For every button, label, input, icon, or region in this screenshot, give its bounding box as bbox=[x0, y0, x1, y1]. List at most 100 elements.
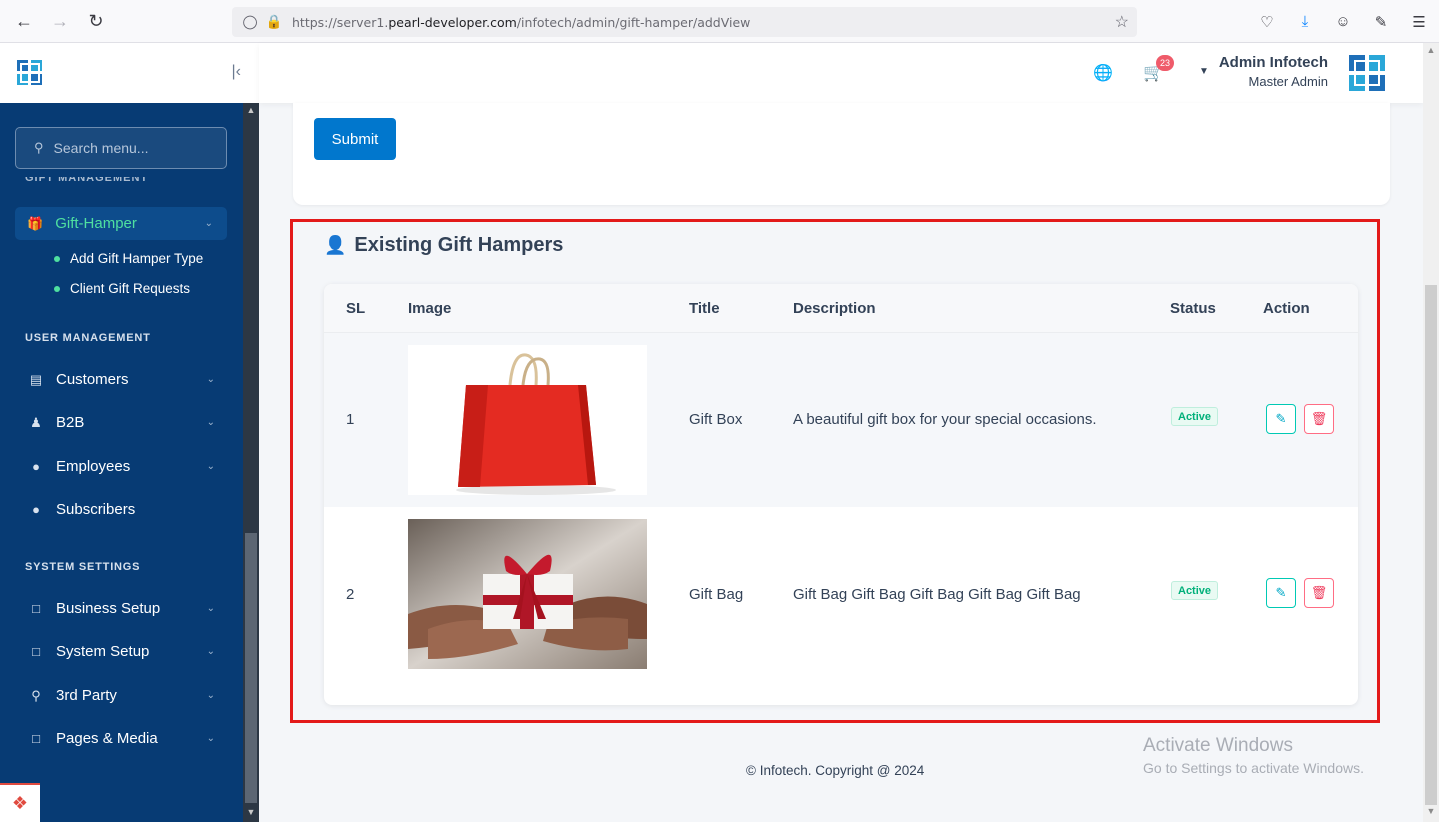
back-arrow-icon[interactable]: ← bbox=[6, 3, 42, 39]
hands-holding-gift-image bbox=[408, 519, 647, 669]
sidebar-item-customers[interactable]: ▤ Customers ⌄ bbox=[25, 371, 225, 388]
sidebar-scrollbar[interactable]: ▲ ▼ bbox=[243, 103, 259, 822]
chevron-down-icon: ⌄ bbox=[206, 690, 215, 701]
chevron-down-icon: ⌄ bbox=[206, 733, 215, 744]
browser-toolbar: ← → ↻ ◯ 🔒 https://server1.pearl-develope… bbox=[0, 0, 1439, 43]
forward-arrow-icon[interactable]: → bbox=[42, 3, 78, 39]
sidebar-item-3rd-party[interactable]: ⚲ 3rd Party ⌄ bbox=[25, 687, 225, 704]
windows-activation-title: Activate Windows bbox=[1143, 735, 1293, 756]
admin-role: Master Admin bbox=[1248, 74, 1328, 89]
search-icon: ⚲ bbox=[34, 140, 44, 155]
sidebar-item-label: Pages & Media bbox=[56, 730, 158, 747]
chevron-down-icon: ⌄ bbox=[206, 461, 215, 472]
edit-pencil-icon[interactable]: ✎ bbox=[1266, 578, 1296, 608]
caret-down-icon[interactable]: ▼ bbox=[1199, 66, 1209, 77]
bookmark-star-icon[interactable]: ☆ bbox=[1115, 12, 1129, 32]
section-title-system-settings: SYSTEM SETTINGS bbox=[25, 561, 141, 573]
top-header: 🌐 🛒 23 ▼ Admin Infotech Master Admin bbox=[259, 43, 1423, 103]
table-row: 1 Gift Box A beautiful gift box for your… bbox=[324, 333, 1358, 507]
document-icon: □ bbox=[32, 601, 40, 616]
account-icon[interactable]: ☺ bbox=[1331, 13, 1355, 30]
column-header-image: Image bbox=[408, 300, 452, 317]
sidebar-subitem-add-gift-hamper-type[interactable]: Add Gift Hamper Type bbox=[54, 251, 203, 266]
wallet-icon: ▤ bbox=[29, 371, 43, 387]
sidebar-item-pages-media[interactable]: □ Pages & Media ⌄ bbox=[25, 730, 225, 747]
admin-name[interactable]: Admin Infotech bbox=[1219, 54, 1328, 71]
user-icon: ● bbox=[32, 502, 40, 517]
sidebar-item-label: Customers bbox=[56, 371, 129, 388]
sidebar-item-label: Business Setup bbox=[56, 600, 161, 617]
chevron-down-icon: ⌄ bbox=[206, 646, 215, 657]
sidebar-item-gift-hamper[interactable]: 🎁 Gift-Hamper ⌄ bbox=[15, 207, 227, 240]
extensions-icon[interactable]: ✎ bbox=[1369, 13, 1393, 31]
delete-trash-icon[interactable]: 🗑 bbox=[1304, 404, 1334, 434]
collapse-sidebar-icon[interactable]: |‹ bbox=[232, 63, 241, 81]
browser-actions: ♡ ⤓ ☺ ✎ ☰ bbox=[1255, 0, 1431, 43]
sidebar-item-label: Employees bbox=[56, 458, 131, 475]
bullet-dot bbox=[54, 285, 60, 292]
windows-activation-subtitle: Go to Settings to activate Windows. bbox=[1143, 760, 1364, 776]
sidebar-item-label: Gift-Hamper bbox=[55, 215, 137, 232]
url-bar[interactable]: ◯ 🔒 https://server1.pearl-developer.com/… bbox=[232, 7, 1137, 37]
gift-hampers-table: SL Image Title Description Status Action… bbox=[324, 284, 1358, 705]
sidebar-item-subscribers[interactable]: ● Subscribers bbox=[25, 501, 225, 518]
scroll-up-arrow-icon[interactable]: ▲ bbox=[243, 105, 259, 115]
laravel-debugbar-icon[interactable]: ❖ bbox=[0, 783, 40, 822]
reload-icon[interactable]: ↻ bbox=[78, 3, 114, 39]
menu-icon[interactable]: ☰ bbox=[1407, 13, 1431, 31]
lock-icon[interactable]: 🔒 bbox=[262, 14, 286, 30]
scroll-down-arrow-icon[interactable]: ▼ bbox=[243, 807, 259, 817]
page-scrollbar-thumb[interactable] bbox=[1425, 285, 1437, 805]
column-header-action: Action bbox=[1263, 300, 1310, 317]
pocket-icon[interactable]: ♡ bbox=[1255, 13, 1279, 31]
user-tie-icon: 👤 bbox=[324, 235, 347, 255]
search-placeholder: Search menu... bbox=[53, 140, 149, 156]
avatar[interactable] bbox=[1347, 53, 1387, 93]
sidebar-item-b2b[interactable]: ♟ B2B ⌄ bbox=[25, 414, 225, 431]
delete-trash-icon[interactable]: 🗑 bbox=[1304, 578, 1334, 608]
document-icon: □ bbox=[32, 731, 40, 746]
chevron-down-icon: ⌄ bbox=[206, 374, 215, 385]
scroll-up-arrow-icon[interactable]: ▲ bbox=[1423, 45, 1439, 55]
gift-icon: 🎁 bbox=[27, 215, 44, 231]
shield-icon[interactable]: ◯ bbox=[238, 14, 262, 30]
scroll-down-arrow-icon[interactable]: ▼ bbox=[1423, 806, 1439, 816]
bullet-dot bbox=[54, 255, 60, 262]
sidebar-item-business-setup[interactable]: □ Business Setup ⌄ bbox=[25, 600, 225, 617]
submit-button[interactable]: Submit bbox=[314, 118, 396, 160]
chevron-down-icon: ⌄ bbox=[206, 417, 215, 428]
url-text[interactable]: https://server1.pearl-developer.com/info… bbox=[292, 15, 750, 30]
chevron-down-icon: ⌄ bbox=[206, 603, 215, 614]
page-scrollbar[interactable]: ▲ ▼ bbox=[1423, 43, 1439, 822]
column-header-status: Status bbox=[1170, 300, 1216, 317]
sidebar-search-input[interactable]: ⚲ Search menu... bbox=[15, 127, 227, 169]
sidebar-subitem-label: Client Gift Requests bbox=[70, 281, 191, 296]
users-icon: ♟ bbox=[30, 414, 42, 430]
footer-copyright: © Infotech. Copyright @ 2024 bbox=[746, 763, 925, 778]
cart-count-badge: 23 bbox=[1156, 55, 1174, 71]
row-sl: 1 bbox=[346, 411, 355, 428]
download-icon[interactable]: ⤓ bbox=[1293, 13, 1317, 30]
document-icon: □ bbox=[32, 644, 40, 659]
sidebar-menu: ⚲ Search menu... GIFT MANAGEMENT 🎁 Gift-… bbox=[0, 103, 243, 822]
gift-hamper-image bbox=[408, 345, 647, 495]
key-icon: ⚲ bbox=[31, 687, 41, 703]
globe-icon[interactable]: 🌐 bbox=[1093, 63, 1113, 83]
sidebar-scrollbar-thumb[interactable] bbox=[245, 533, 257, 803]
table-row: 2 Gift Bag Gift Bag Gift Bag Gift Bag Gi… bbox=[324, 507, 1358, 681]
sidebar-item-system-setup[interactable]: □ System Setup ⌄ bbox=[25, 643, 225, 660]
sidebar-subitem-client-gift-requests[interactable]: Client Gift Requests bbox=[54, 281, 190, 296]
logo-icon[interactable] bbox=[16, 59, 44, 87]
gift-hamper-image bbox=[408, 519, 647, 669]
edit-pencil-icon[interactable]: ✎ bbox=[1266, 404, 1296, 434]
section-heading: 👤 Existing Gift Hampers bbox=[324, 234, 563, 257]
status-badge: Active bbox=[1171, 407, 1219, 426]
column-header-sl: SL bbox=[346, 300, 366, 317]
status-badge: Active bbox=[1171, 581, 1219, 600]
sidebar-subitem-label: Add Gift Hamper Type bbox=[70, 251, 204, 266]
user-icon: ● bbox=[32, 459, 40, 474]
section-title-gift: GIFT MANAGEMENT bbox=[25, 177, 149, 184]
chevron-down-icon: ⌄ bbox=[204, 218, 213, 229]
sidebar-item-employees[interactable]: ● Employees ⌄ bbox=[25, 458, 225, 475]
sidebar-item-label: B2B bbox=[56, 414, 85, 431]
